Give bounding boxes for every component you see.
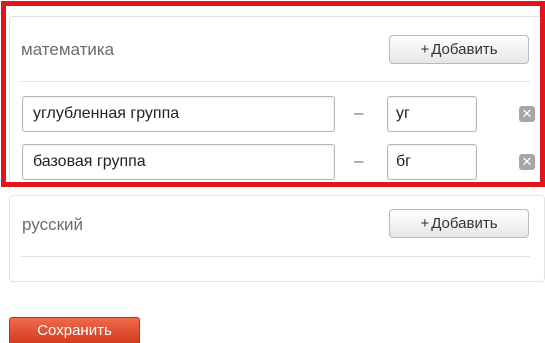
subject-panel-russian: русский + Добавить: [9, 195, 545, 282]
plus-icon: +: [420, 41, 430, 58]
add-group-button[interactable]: + Добавить: [389, 209, 529, 238]
separator-dash: –: [354, 103, 364, 122]
plus-icon: +: [420, 215, 430, 232]
divider: [20, 256, 530, 257]
group-name-input[interactable]: [22, 144, 335, 180]
separator-dash: –: [354, 151, 364, 170]
subject-groups-page: математика + Добавить – ✕ – ✕ русский + …: [0, 0, 545, 343]
close-icon[interactable]: ✕: [519, 154, 535, 170]
save-button[interactable]: Сохранить: [9, 317, 140, 343]
add-group-button[interactable]: + Добавить: [389, 35, 529, 64]
group-abbr-input[interactable]: [387, 144, 477, 180]
close-icon[interactable]: ✕: [519, 106, 535, 122]
group-abbr-input[interactable]: [387, 96, 477, 132]
subject-title: математика: [21, 40, 115, 59]
divider: [20, 81, 530, 82]
add-button-label: Добавить: [431, 41, 498, 58]
group-name-input[interactable]: [22, 96, 335, 132]
group-row: – ✕: [22, 144, 535, 180]
group-row: – ✕: [22, 96, 535, 132]
add-button-label: Добавить: [431, 215, 498, 232]
subject-panel-math: математика + Добавить – ✕ – ✕: [9, 16, 545, 184]
subject-title: русский: [22, 215, 84, 234]
